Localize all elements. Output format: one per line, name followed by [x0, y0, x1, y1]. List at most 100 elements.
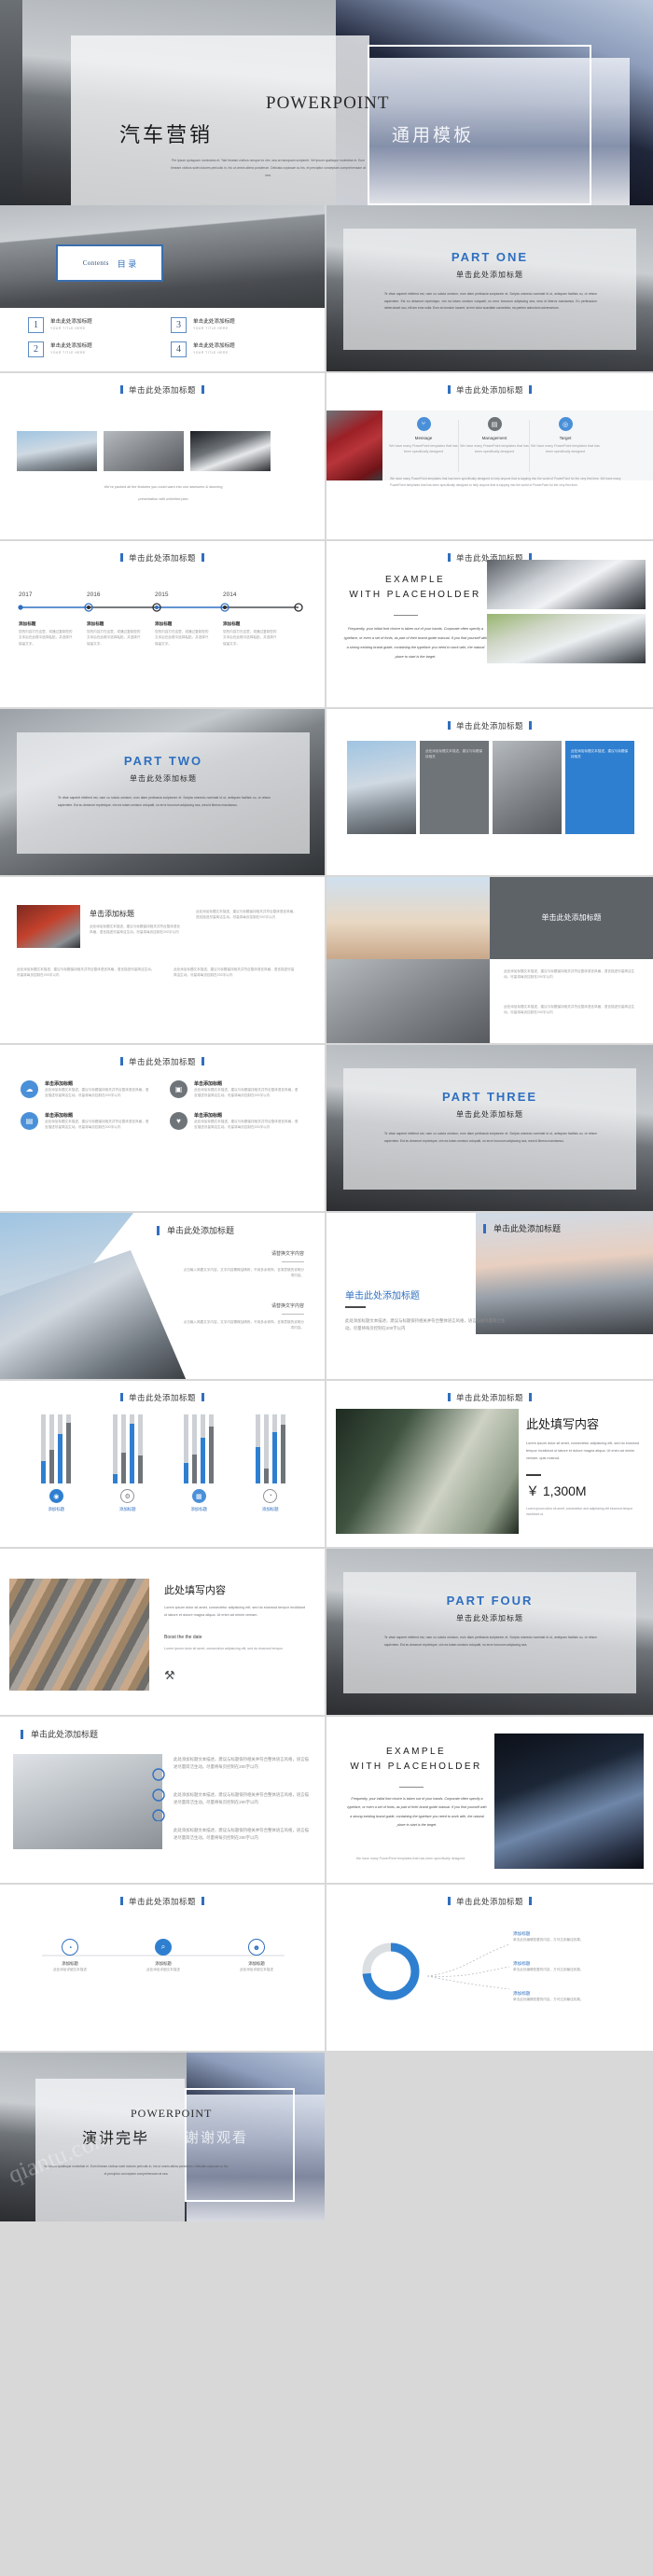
devices-row[interactable]: 此处添加标题文本描述，建议与标题保持相关并符合整体语言风格，语言描述尽量简洁生动…: [174, 1791, 312, 1807]
chart-group[interactable]: ⚙ 添加标题: [101, 1414, 155, 1511]
slide-cards[interactable]: 单击此处添加标题 此处添加标题文本描述，建议与标题保持相关 此处添加标题文本描述…: [326, 709, 653, 877]
contents-item-number: 2: [28, 341, 44, 357]
contents-item-number: 4: [171, 341, 187, 357]
globe-icon: ◉: [49, 1489, 63, 1503]
feature-item[interactable]: ◎ Target We have many PowerPoint templat…: [530, 417, 601, 455]
two-photo-body: 此处添加标题文本描述，建议与标题保持相关并符合整体语言风格，语言描述尽量简洁生动…: [90, 925, 181, 935]
icon-grid-item[interactable]: ☁ 单击添加标题 此处添加标题文本描述，建议与标题保持相关并符合整体语言风格，语…: [21, 1080, 151, 1099]
donut-item[interactable]: 添加标题 单击此处编辑您要的内容，方可达到最佳效果。: [513, 1931, 634, 1942]
donut-body: 单击此处编辑您要的内容，方可达到最佳效果。: [513, 1938, 584, 1942]
contents-item-title: 单击此处添加标题: [193, 343, 235, 349]
slide-lineup[interactable]: 单击此处添加标题 单击此处添加标题 此处添加标题文本描述，建议与标题保持相关并符…: [326, 1213, 653, 1381]
user-icon: ☻: [248, 1939, 265, 1956]
price-note: Lorem ipsum dolor sit amet, consectetur …: [526, 1507, 633, 1517]
card-panel-blue[interactable]: 此处添加标题文本描述，建议与标题保持相关: [565, 741, 634, 834]
slide-two-photo[interactable]: 单击添加标题 此处添加标题文本描述，建议与标题保持相关并符合整体语言风格，语言描…: [0, 877, 326, 1045]
example-divider: [394, 615, 418, 616]
icon-grid-body: 此处添加标题文本描述，建议与标题保持相关并符合整体语言风格，语言描述尽量简洁生动…: [194, 1088, 299, 1098]
icon-grid-label: 单击添加标题: [45, 1112, 74, 1119]
chart-bars: [243, 1414, 298, 1483]
gallery-photo-2: [104, 431, 184, 471]
cover-body: Per ipsum quisquam nominatus et. Tale ti…: [171, 159, 366, 178]
card-body: 此处添加标题文本描述，建议与标题保持相关: [425, 749, 483, 759]
slide-dark-title[interactable]: 单击此处添加标题 此处添加标题文本描述，建议与标题保持相关并符合整体语言风格，语…: [326, 877, 653, 1045]
cover-subtitle: 通用模板: [392, 126, 475, 146]
slide-ending[interactable]: POWERPOINT 演讲完毕 谢谢观看 Vel ipsum qualisque…: [0, 2053, 326, 2221]
donut-item[interactable]: 添加标题 单击此处编辑您要的内容，方可达到最佳效果。: [513, 1961, 634, 1972]
icon-grid-body: 此处添加标题文本描述，建议与标题保持相关并符合整体语言风格，语言描述尽量简洁生动…: [194, 1119, 299, 1129]
slide-gallery[interactable]: 单击此处添加标题 We've packed all the features y…: [0, 373, 326, 541]
slide-diagonal[interactable]: 单击此处添加标题 请替换文字内容 点击输入简要文字内容，文字内容需概括精炼，不用…: [0, 1213, 326, 1381]
timeline-body: 您的内容打在这里，或通过复制您的文本后在此框中选择粘贴，并选择只保留文字。: [87, 630, 141, 646]
process-body: 此处添加详细文本描述: [53, 1968, 87, 1971]
ending-brand: POWERPOINT: [131, 2107, 213, 2120]
dark-title-body-2: 此处添加标题文本描述，建议与标题保持相关并符合整体语言风格，语言描述尽量简洁生动…: [504, 1005, 635, 1015]
timeline-label: 添加标题: [87, 621, 104, 626]
slide-three-features[interactable]: 单击此处添加标题 ⑂ Message We have many PowerPoi…: [326, 373, 653, 541]
slide-contents[interactable]: Contents 目 录 1 单击此处添加标题 YOUR TITLE HERE …: [0, 205, 326, 373]
gallery-caption-2: presentation with unlimited plan: [138, 497, 188, 501]
chart-category: 添加标题: [118, 1507, 136, 1511]
slide-example[interactable]: 单击此处添加标题 EXAMPLE WITH PLACEHOLDER Freque…: [326, 541, 653, 709]
list-item[interactable]: 2 单击此处添加标题 YOUR TITLE HERE: [28, 341, 145, 357]
donut-connectors: [426, 1943, 510, 1990]
timeline-item[interactable]: 添加标题 您的内容打在这里，或通过复制您的文本后在此框中选择粘贴，并选择只保留文…: [87, 621, 143, 647]
price-value: ￥ 1,300M: [526, 1483, 587, 1498]
process-node[interactable]: ⌕ 添加标题 此处添加详细文本描述: [131, 1939, 196, 1972]
process-node[interactable]: ☻ 添加标题 此处添加详细文本描述: [224, 1939, 289, 1972]
devices-row[interactable]: 此处添加标题文本描述，建议与标题保持相关并符合整体语言风格，语言描述尽量简洁生动…: [174, 1756, 312, 1772]
bulb-icon: ◔: [62, 1939, 78, 1956]
slide-donut[interactable]: 单击此处添加标题 添加标题 单击此处编辑您要的内容，方可达到最佳效果。 添加标题…: [326, 1885, 653, 2053]
chart-group[interactable]: ▦ 添加标题: [172, 1414, 226, 1511]
slide-price[interactable]: 单击此处添加标题 此处填写内容 Lorem ipsum dolor sit am…: [326, 1381, 653, 1549]
card-panel-grey[interactable]: 此处添加标题文本描述，建议与标题保持相关: [420, 741, 489, 834]
gallery-caption-1: We've packed all the features you could …: [104, 485, 223, 489]
devices-row[interactable]: 此处添加标题文本描述，建议与标题保持相关并符合整体语言风格，语言描述尽量简洁生动…: [174, 1827, 312, 1843]
timeline-item[interactable]: 添加标题 您的内容打在这里，或通过复制您的文本后在此框中选择粘贴，并选择只保留文…: [19, 621, 75, 647]
slide-part-four[interactable]: PART FOUR 单击此处添加标题 Te vitae saperet elei…: [326, 1549, 653, 1717]
chart-group[interactable]: ◉ 添加标题: [29, 1414, 83, 1511]
slide-example-2[interactable]: EXAMPLE WITH PLACEHOLDER Frequently, you…: [326, 1717, 653, 1885]
heart-icon: ♥: [170, 1111, 188, 1130]
three-features-photo: [326, 411, 382, 480]
part-one-title: PART ONE: [451, 250, 529, 264]
part-four-panel: [343, 1572, 636, 1693]
slide-part-one[interactable]: PART ONE 单击此处添加标题 Te vitae saperet eleif…: [326, 205, 653, 373]
timeline-year: 2015: [155, 592, 169, 598]
slide-icon-grid[interactable]: 单击此处添加标题 ☁ 单击添加标题 此处添加标题文本描述，建议与标题保持相关并符…: [0, 1045, 326, 1213]
icon-grid-item[interactable]: ▤ 单击添加标题 此处添加标题文本描述，建议与标题保持相关并符合整体语言风格，语…: [21, 1111, 151, 1131]
icon-grid-item[interactable]: ▣ 单击添加标题 此处添加标题文本描述，建议与标题保持相关并符合整体语言风格，语…: [170, 1080, 300, 1099]
cover-slide[interactable]: POWERPOINT 汽车营销 通用模板 Per ipsum quisquam …: [0, 0, 653, 205]
chart-category: 添加标题: [190, 1507, 208, 1511]
timeline-item[interactable]: 添加标题 您的内容打在这里，或通过复制您的文本后在此框中选择粘贴，并选择只保留文…: [223, 621, 279, 647]
chart-group[interactable]: ◔ 添加标题: [243, 1414, 298, 1511]
timeline-label: 添加标题: [19, 621, 36, 626]
slide-devices[interactable]: 单击此处添加标题 此处添加标题文本描述，建议与标题保持相关并符合整体语言风格，语…: [0, 1717, 326, 1885]
tools-body-2: Boost the the date: [164, 1635, 202, 1640]
list-item[interactable]: 3 单击此处添加标题 YOUR TITLE HERE: [171, 317, 287, 333]
slide-part-two[interactable]: PART TWO 单击此处添加标题 Te vitae saperet eleif…: [0, 709, 326, 877]
cover-brand: POWERPOINT: [266, 93, 390, 113]
diagonal-block-1: 请替换文字内容 点击输入简要文字内容，文字内容需概括精炼，不用多余修饰，言简意赅…: [183, 1250, 304, 1279]
slide-process[interactable]: 单击此处添加标题 ◔ 添加标题 此处添加详细文本描述 ⌕ 添加标题 此处添加详细…: [0, 1885, 326, 2053]
slide-bar-chart[interactable]: 单击此处添加标题 ◉ 添加标题 ⚙ 添加标题 ▦ 添加标题 ◔ 添加标题: [0, 1381, 326, 1549]
icon-grid-item[interactable]: ♥ 单击添加标题 此处添加标题文本描述，建议与标题保持相关并符合整体语言风格，语…: [170, 1111, 300, 1131]
timeline-item[interactable]: 添加标题 您的内容打在这里，或通过复制您的文本后在此框中选择粘贴，并选择只保留文…: [155, 621, 211, 647]
list-item[interactable]: 1 单击此处添加标题 YOUR TITLE HERE: [28, 317, 145, 333]
slide-tools[interactable]: 此处填写内容 Lorem ipsum dolor sit amet, conse…: [0, 1549, 326, 1717]
ending-body: Vel ipsum qualisque molestiae ei. Eum ti…: [44, 2165, 229, 2177]
slide-timeline[interactable]: 单击此处添加标题 2017 2016 2015 2014 添加标题 您的内容打在…: [0, 541, 326, 709]
gallery-title: 单击此处添加标题: [0, 384, 325, 396]
process-node[interactable]: ◔ 添加标题 此处添加详细文本描述: [37, 1939, 103, 1972]
tools-heading: 此处填写内容: [164, 1585, 226, 1596]
contents-item-title: 单击此处添加标题: [193, 319, 235, 325]
devices-photo: [13, 1754, 162, 1849]
process-body: 此处添加详细文本描述: [240, 1968, 273, 1971]
slide-part-three[interactable]: PART THREE 单击此处添加标题 Te vitae saperet ele…: [326, 1045, 653, 1213]
dark-title-photo-2: [326, 959, 490, 1043]
list-item[interactable]: 4 单击此处添加标题 YOUR TITLE HERE: [171, 341, 287, 357]
contents-item-subtitle: YOUR TITLE HERE: [50, 351, 86, 355]
donut-title: 单击此处添加标题: [326, 1896, 653, 1907]
lineup-header: 单击此处添加标题: [483, 1224, 561, 1233]
donut-item[interactable]: 添加标题 单击此处编辑您要的内容，方可达到最佳效果。: [513, 1991, 634, 2002]
